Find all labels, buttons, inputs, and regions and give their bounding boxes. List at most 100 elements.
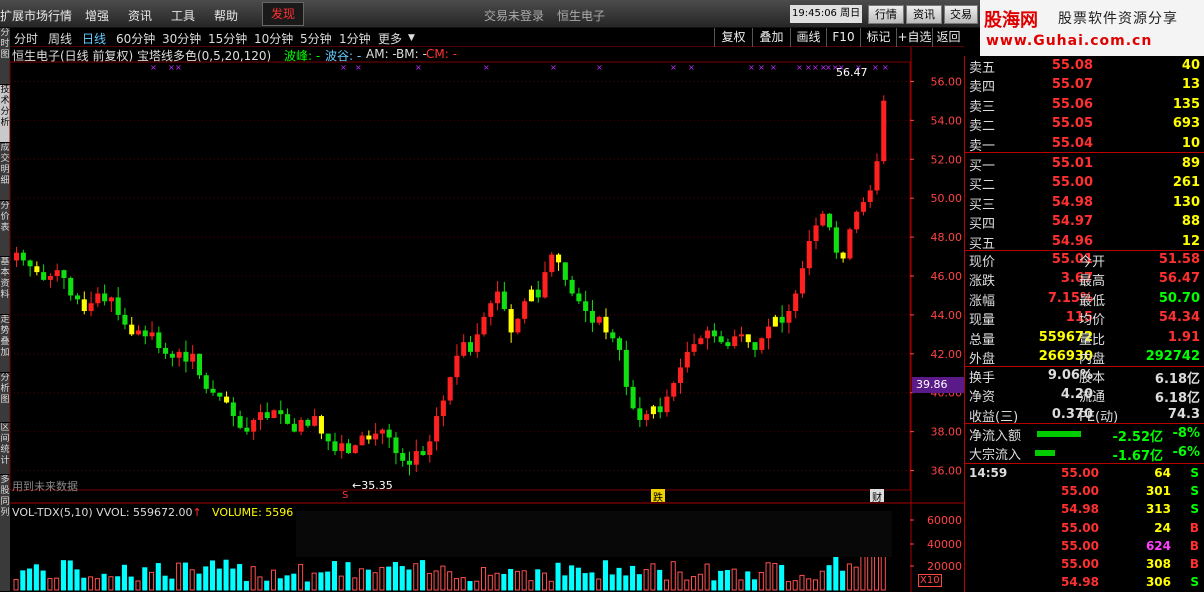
volume-bar	[121, 564, 127, 591]
volume-bar	[704, 563, 710, 591]
tick-row: 54.98 306 S	[969, 573, 1201, 591]
peak-marker: ×	[812, 63, 819, 72]
vol-title: VOL-TDX(5,10) VVOL: 559672.00↑	[12, 506, 202, 519]
volume-bar	[819, 570, 825, 591]
candle	[190, 353, 196, 362]
candle	[122, 314, 128, 325]
volume-bar	[27, 568, 33, 591]
volume-bar	[501, 573, 507, 591]
stat-label: 总量	[969, 332, 996, 348]
finance-row: 收益(三) 0.370 PE(动) 74.3	[967, 405, 1203, 425]
candle	[569, 279, 575, 294]
volume-bar	[264, 580, 270, 591]
low-value: 35.35	[361, 479, 393, 492]
volume-bar	[738, 579, 744, 591]
stat-label: 现量	[969, 313, 996, 329]
candle	[528, 289, 534, 302]
mark-die[interactable]: 跌	[651, 489, 665, 504]
volume-bar	[691, 576, 697, 591]
volume-tick-label: 20000	[927, 560, 962, 573]
candle	[610, 332, 616, 339]
candle	[386, 429, 392, 438]
candle	[373, 433, 379, 440]
tick-volume: 301	[1145, 484, 1171, 499]
volume-bar	[433, 570, 439, 591]
bid-label: 买一	[969, 159, 996, 174]
volume-bar	[785, 581, 791, 591]
candle	[562, 262, 568, 280]
bid-row[interactable]: 买二 55.00 261	[967, 173, 1203, 193]
mark-cai[interactable]: 财	[870, 489, 884, 504]
bid-row[interactable]: 买五 54.96 12	[967, 232, 1203, 252]
volume-bar	[33, 564, 39, 591]
ask-row[interactable]: 卖三 55.06 135	[967, 95, 1203, 115]
peak-marker: ×	[796, 63, 803, 72]
bid-row[interactable]: 买四 54.97 88	[967, 212, 1203, 233]
finance-row: 换手 9.06% 股本 6.18亿	[967, 366, 1203, 387]
ask-row[interactable]: 卖五 55.08 40	[967, 56, 1203, 76]
candle	[833, 227, 839, 253]
volume-bar	[67, 560, 73, 591]
candle	[583, 301, 589, 312]
bid-row[interactable]: 买一 55.01 89	[967, 154, 1203, 174]
tick-volume: 624	[1145, 538, 1171, 553]
volume-bar	[47, 578, 53, 591]
volume-bar	[40, 570, 46, 591]
volume-bar	[663, 579, 669, 591]
volume-bar	[189, 569, 195, 591]
volume-bar	[128, 576, 134, 591]
volume-bar	[94, 578, 100, 591]
candle	[745, 334, 751, 343]
ask-volume: 693	[1172, 116, 1200, 132]
candle	[312, 416, 318, 426]
tick-row: 54.98 313 S	[969, 500, 1201, 518]
volume-bar	[60, 560, 67, 591]
candle	[854, 211, 860, 230]
ask-volume: 40	[1181, 58, 1200, 73]
stat-value-2: 54.34	[1158, 310, 1200, 326]
volume-bar	[352, 577, 358, 591]
vol-unit: X10	[918, 574, 942, 587]
volume-bar	[440, 565, 446, 591]
volume-bar	[203, 566, 209, 591]
candle	[589, 311, 595, 323]
candle	[637, 408, 643, 420]
ask-price: 55.05	[1051, 116, 1093, 132]
ask-label: 卖四	[969, 80, 996, 96]
price-tick-label: 46.00	[931, 270, 963, 283]
volume-bar	[480, 567, 487, 591]
volume-bar	[142, 567, 148, 591]
volume-bar	[535, 569, 541, 591]
volume-bar	[555, 562, 561, 591]
candle	[481, 316, 487, 335]
volume-bar	[338, 575, 344, 591]
low-arrow-icon: ←	[352, 479, 362, 492]
mark-s[interactable]: S	[342, 490, 348, 501]
stat-row: 涨跌 3.67 最高 56.47	[967, 269, 1203, 289]
ask-row[interactable]: 卖一 55.04 10	[967, 134, 1203, 154]
candle	[495, 291, 501, 304]
finance-label: 换手	[969, 371, 996, 386]
low-annotation: ←35.35	[352, 479, 393, 492]
candle	[244, 427, 250, 432]
flow-value: -2.52亿	[1112, 430, 1163, 445]
candle	[298, 419, 304, 432]
bid-label: 买四	[969, 217, 996, 233]
candle	[102, 293, 108, 302]
flow-row: 大宗流入 -1.67亿 -6%	[967, 443, 1203, 464]
price-tick-label: 48.00	[931, 231, 963, 244]
volume-bar	[257, 576, 263, 591]
volume-bar	[840, 570, 846, 591]
bid-row[interactable]: 买三 54.98 130	[967, 193, 1203, 213]
candle	[779, 316, 785, 323]
candle	[657, 406, 663, 413]
candle	[677, 367, 684, 383]
ask-row[interactable]: 卖四 55.07 13	[967, 75, 1203, 96]
ask-row[interactable]: 卖二 55.05 693	[967, 114, 1203, 134]
ask-price: 55.06	[1051, 96, 1093, 112]
volume-bar	[169, 578, 175, 591]
candle	[14, 252, 20, 261]
candle	[115, 297, 121, 315]
candle	[264, 412, 270, 419]
tick-side: S	[1190, 466, 1199, 480]
